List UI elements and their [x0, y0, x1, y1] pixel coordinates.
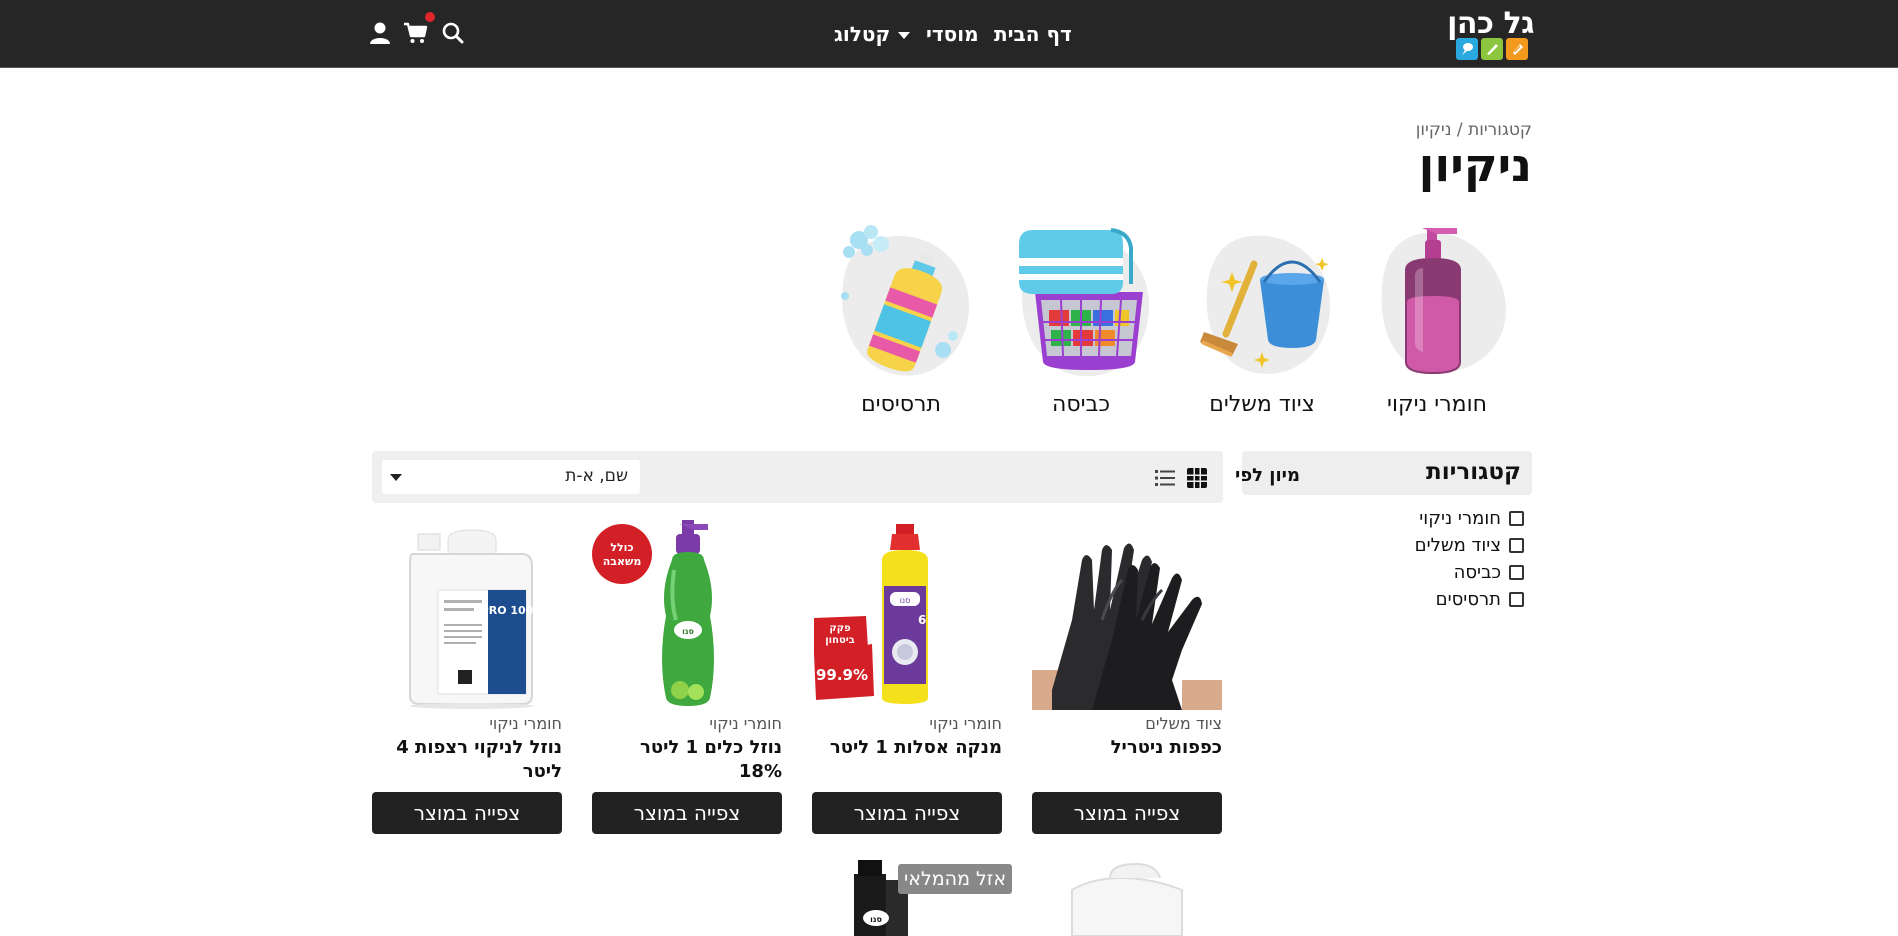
logo-text: גל כהן: [1447, 6, 1534, 41]
logo-tile-blue: [1456, 38, 1478, 60]
checkbox[interactable]: [1509, 565, 1524, 580]
badge-text-2: משאבה: [603, 555, 642, 568]
sort-selected-value: שם, א-ת: [565, 466, 628, 486]
product-title[interactable]: מנקה אסלות 1 ליטר: [812, 736, 1002, 760]
sidebar-title: קטגוריות: [1426, 459, 1521, 485]
product-image-dish-soap[interactable]: סנו כולל משאבה: [592, 520, 782, 710]
logo-tile-orange: [1506, 38, 1528, 60]
view-product-button[interactable]: צפייה במוצר: [1032, 792, 1222, 834]
top-navigation-bar: גל כהן דף הבית מוסדי קטלוג: [0, 0, 1898, 68]
checkbox[interactable]: [1509, 592, 1524, 607]
spray-bottle-icon: [841, 225, 970, 376]
category-tile-sprays[interactable]: תרסיסים: [826, 222, 976, 422]
product-image-white-jug[interactable]: [1032, 860, 1222, 936]
out-of-stock-badge: אזל מהמלאי: [898, 864, 1013, 894]
product-label-text: PRO 100: [481, 604, 534, 617]
view-product-button[interactable]: צפייה במוצר: [812, 792, 1002, 834]
breadcrumb-current: ניקיון: [1415, 120, 1452, 140]
sort-label: מיון לפי: [1235, 465, 1300, 486]
list-view-icon[interactable]: [1154, 467, 1176, 489]
badge-number: 6: [918, 613, 926, 627]
laundry-basket-icon: [1019, 228, 1150, 377]
filter-sprays[interactable]: תרסיסים: [1436, 589, 1524, 610]
category-tile-laundry[interactable]: כביסה: [1006, 222, 1156, 422]
user-icon[interactable]: [367, 20, 393, 46]
nav-catalog-label: קטלוג: [834, 22, 891, 46]
chevron-down-icon: [898, 32, 911, 39]
product-category: חומרי ניקוי: [709, 714, 782, 733]
filter-cleaning-materials[interactable]: חומרי ניקוי: [1419, 508, 1524, 529]
category-label: כביסה: [1052, 392, 1110, 417]
badge-text-1: פקק: [829, 623, 851, 634]
product-card: סנו כולל משאבה חומרי ניקוי נוזל כלים 1 ל…: [592, 520, 782, 835]
category-label: חומרי ניקוי: [1387, 392, 1487, 417]
category-label: ציוד משלים: [1209, 392, 1315, 417]
chevron-down-icon: [390, 474, 402, 481]
breadcrumb: קטגוריות / ניקיון: [1416, 120, 1532, 140]
category-label: תרסיסים: [861, 392, 941, 417]
logo-tile-green: [1481, 38, 1503, 60]
product-image-nitrile-gloves[interactable]: [1032, 520, 1222, 710]
breadcrumb-separator: /: [1456, 120, 1463, 140]
brand-mark: סנו: [870, 915, 882, 924]
grid-view-icon[interactable]: [1186, 467, 1208, 489]
badge-text-1: כולל: [610, 541, 633, 554]
nav-institutional[interactable]: מוסדי: [926, 22, 979, 46]
filter-label: כביסה: [1453, 562, 1501, 583]
view-product-button[interactable]: צפייה במוצר: [372, 792, 562, 834]
badge-text-2: ביטחון: [825, 635, 855, 646]
nav-home[interactable]: דף הבית: [994, 22, 1072, 46]
checkbox[interactable]: [1509, 538, 1524, 553]
page-title: ניקיון: [1418, 138, 1532, 192]
search-icon[interactable]: [440, 20, 466, 46]
filter-label: תרסיסים: [1435, 589, 1501, 610]
product-category: חומרי ניקוי: [489, 714, 562, 733]
brand-mark: סנו: [900, 596, 911, 605]
filter-label: חומרי ניקוי: [1419, 508, 1501, 529]
product-card: סנו 6 פקק ביטחון 99.9% חומרי ניקוי מנקה …: [812, 520, 1002, 835]
view-product-button[interactable]: צפייה במוצר: [592, 792, 782, 834]
product-card: PRO 100 חומרי ניקוי נוזל לניקוי רצפות 4 …: [372, 520, 562, 835]
filter-accessories[interactable]: ציוד משלים: [1415, 535, 1524, 556]
product-card: ציוד משלים כפפות ניטריל צפייה במוצר: [1032, 520, 1222, 835]
brand-mark: סנו: [682, 627, 694, 636]
cart-icon[interactable]: [403, 20, 429, 46]
nav-catalog[interactable]: קטלוג: [834, 22, 911, 46]
product-category: חומרי ניקוי: [929, 714, 1002, 733]
category-tile-cleaning-materials[interactable]: חומרי ניקוי: [1362, 222, 1512, 422]
product-card: [1032, 860, 1222, 936]
product-title[interactable]: נוזל לניקוי רצפות 4 ליטר: [372, 736, 562, 784]
product-image-floor-cleaner[interactable]: PRO 100: [372, 520, 562, 710]
filter-label: ציוד משלים: [1414, 535, 1501, 556]
cart-notification-dot: [425, 12, 435, 22]
logo-tiles: [1456, 38, 1528, 60]
soap-dispenser-icon: [1381, 228, 1506, 374]
product-category: ציוד משלים: [1145, 714, 1222, 733]
checkbox[interactable]: [1509, 511, 1524, 526]
sort-dropdown[interactable]: שם, א-ת: [382, 460, 640, 494]
site-logo[interactable]: גל כהן: [1434, 6, 1534, 60]
mop-bucket-icon: [1200, 235, 1331, 374]
filter-laundry[interactable]: כביסה: [1454, 562, 1524, 583]
category-tile-accessories[interactable]: ציוד משלים: [1187, 222, 1337, 422]
product-title[interactable]: נוזל כלים 1 ליטר 18%: [592, 736, 782, 784]
badge-percent: 99.9%: [816, 666, 868, 684]
product-image-toilet-cleaner[interactable]: סנו 6 פקק ביטחון 99.9%: [812, 520, 1002, 710]
breadcrumb-link-categories[interactable]: קטגוריות: [1468, 120, 1532, 140]
product-title[interactable]: כפפות ניטריל: [1032, 736, 1222, 760]
